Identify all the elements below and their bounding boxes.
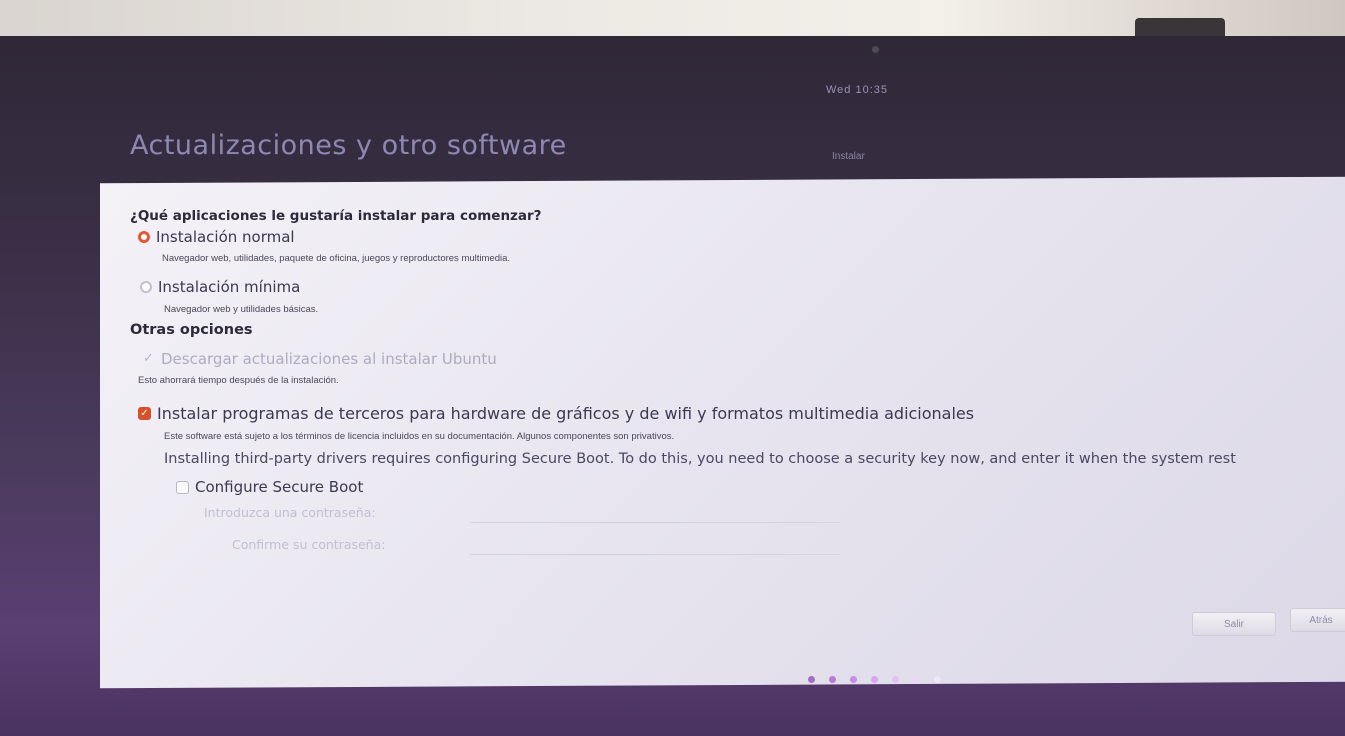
- top-bar-clock[interactable]: Wed 10:35: [826, 84, 888, 96]
- other-options-heading: Otras opciones: [130, 322, 253, 338]
- radio-normal-install[interactable]: Instalación normal: [138, 228, 295, 246]
- progress-dot: [934, 676, 941, 683]
- checkbox-label: Configure Secure Boot: [195, 478, 364, 496]
- window-title: Instalar: [832, 151, 865, 162]
- back-button[interactable]: Atrás: [1290, 608, 1345, 632]
- quit-button[interactable]: Salir: [1192, 612, 1276, 636]
- radio-label: Instalación mínima: [158, 278, 301, 296]
- checkbox-label: Descargar actualizaciones al instalar Ub…: [161, 350, 497, 368]
- progress-dot: [850, 676, 857, 683]
- secure-boot-note: Installing third-party drivers requires …: [164, 451, 1236, 467]
- progress-dot: [913, 676, 920, 683]
- radio-checked-icon[interactable]: [138, 231, 150, 243]
- checkbox-checked-icon[interactable]: ✓: [138, 407, 151, 420]
- page-title: Actualizaciones y otro software: [130, 130, 567, 161]
- checkmark-icon: ✓: [143, 351, 154, 366]
- checkbox-third-party[interactable]: ✓ Instalar programas de terceros para ha…: [138, 404, 974, 423]
- option-description: Este software está sujeto a los términos…: [164, 431, 675, 442]
- option-description: Navegador web, utilidades, paquete de of…: [162, 253, 511, 264]
- progress-dot: [871, 676, 878, 683]
- confirm-password-field[interactable]: [470, 536, 840, 555]
- password-label: Introduzca una contraseña:: [204, 505, 376, 520]
- checkbox-download-updates: ✓ Descargar actualizaciones al instalar …: [142, 350, 497, 368]
- option-description: Navegador web y utilidades básicas.: [164, 304, 319, 315]
- progress-dot: [808, 676, 815, 683]
- checkbox-label: Instalar programas de terceros para hard…: [157, 404, 975, 423]
- radio-unchecked-icon[interactable]: [140, 281, 152, 293]
- install-type-question: ¿Qué aplicaciones le gustaría instalar p…: [130, 208, 542, 224]
- radio-label: Instalación normal: [156, 228, 295, 246]
- webcam-dot: [872, 46, 879, 53]
- option-description: Esto ahorrará tiempo después de la insta…: [138, 375, 339, 386]
- progress-dot: [892, 676, 899, 683]
- confirm-password-label: Confirme su contraseña:: [232, 537, 386, 552]
- checkbox-unchecked-icon[interactable]: [176, 480, 189, 494]
- progress-dots: [808, 676, 941, 683]
- radio-minimal-install[interactable]: Instalación mínima: [140, 278, 300, 296]
- password-field[interactable]: [470, 504, 840, 523]
- checkbox-configure-secure-boot[interactable]: Configure Secure Boot: [176, 478, 363, 496]
- progress-dot: [829, 676, 836, 683]
